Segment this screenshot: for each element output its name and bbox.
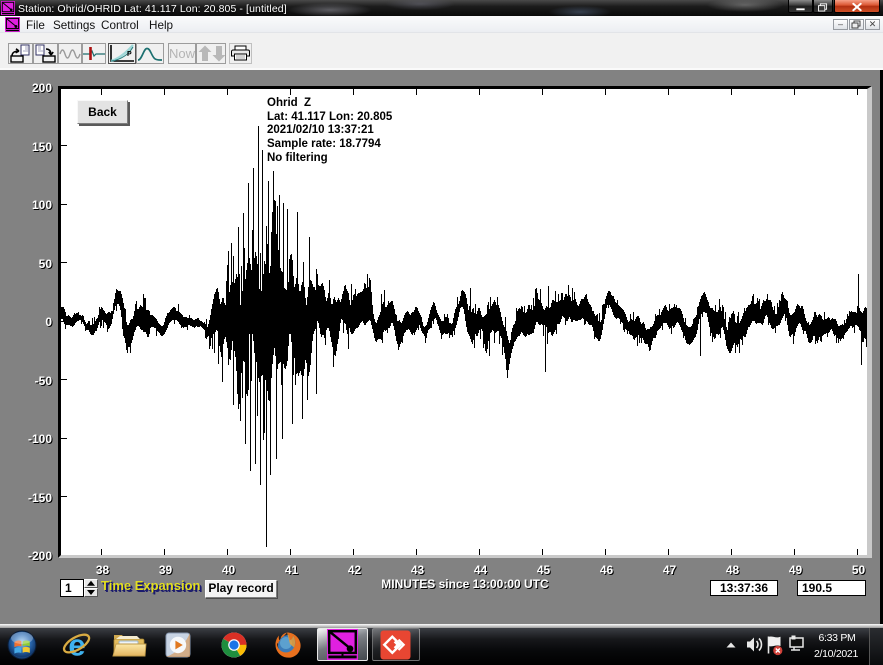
svg-text:P: P <box>127 51 132 58</box>
